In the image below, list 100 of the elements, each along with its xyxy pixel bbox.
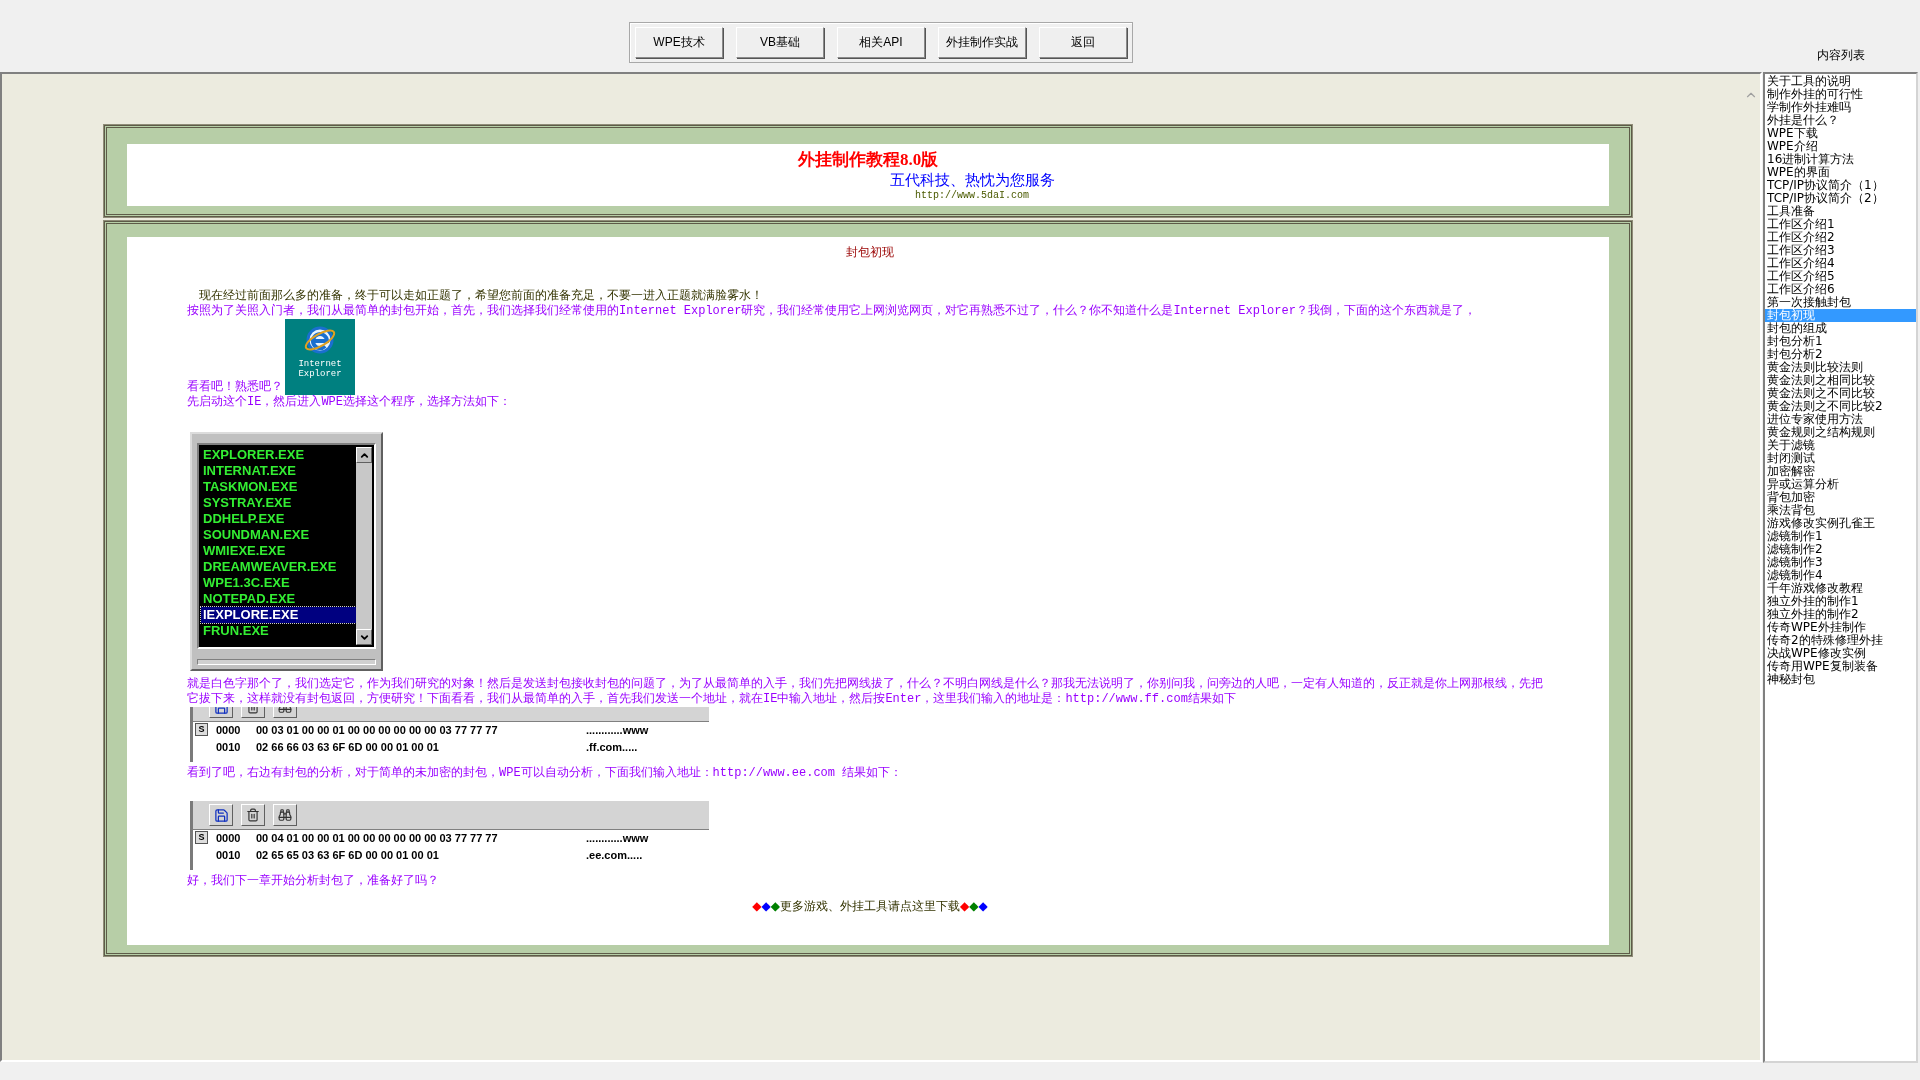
sidebar-item[interactable]: 独立外挂的制作1: [1765, 595, 1916, 608]
site-slogan: 五代科技、热忱为您服务: [888, 171, 1055, 190]
sidebar-item[interactable]: 封包分析2: [1765, 348, 1916, 361]
sidebar-item[interactable]: WPE介绍: [1765, 140, 1916, 153]
process-item[interactable]: SYSTRAY.EXE: [201, 495, 356, 511]
sidebar-item[interactable]: 制作外挂的可行性: [1765, 88, 1916, 101]
process-item[interactable]: DREAMWEAVER.EXE: [201, 559, 356, 575]
sidebar-item[interactable]: 滤镜制作4: [1765, 569, 1916, 582]
sidebar-item[interactable]: 传奇WPE外挂制作: [1765, 621, 1916, 634]
diamond-mark: ◆: [969, 899, 979, 913]
sidebar-item[interactable]: 第一次接触封包: [1765, 296, 1916, 309]
sidebar-item[interactable]: 关于工具的说明: [1765, 75, 1916, 88]
paragraph: 好，我们下一章开始分析封包了，准备好了吗？: [187, 874, 440, 889]
sidebar-item[interactable]: 加密解密: [1765, 465, 1916, 478]
hex-ascii: ............www: [586, 723, 649, 738]
scroll-up-icon[interactable]: [356, 447, 372, 463]
sidebar-item[interactable]: 滤镜制作3: [1765, 556, 1916, 569]
hex-offset: 0000: [216, 723, 242, 738]
sidebar-item[interactable]: 独立外挂的制作2: [1765, 608, 1916, 621]
scrollbar[interactable]: [356, 447, 372, 645]
nav-button[interactable]: 返回: [1039, 27, 1127, 58]
paragraph: 先启动这个IE，然后进入WPE选择这个程序，选择方法如下：: [187, 395, 512, 410]
sidebar-item[interactable]: TCP/IP协议简介（1）: [1765, 179, 1916, 192]
sidebar-item[interactable]: 工作区介绍2: [1765, 231, 1916, 244]
paragraph: 就是白色字那个了，我们选定它，作为我们研究的对象！然后是发送封包接收封包的问题了，为了从最简单的入手，我们先把网线拔了，什么？不明白网线是什么？那我无法说明了，你别问我，问旁边的人吧，一定有人知道的，反正就是你上网那根线，先把它拔下来，这样就没有封包返回，方便研究！下面看看，我们从最简单的入手，首先我们发送一个地址，就在IE中输入地址，然后按Enter，这里我们输入的地址是：http://www.ff.com结果如下: [187, 677, 1544, 707]
sidebar-item[interactable]: 工作区介绍3: [1765, 244, 1916, 257]
sidebar-title: 内容列表: [1816, 47, 1866, 64]
process-item[interactable]: DDHELP.EXE: [201, 511, 356, 527]
sidebar-item[interactable]: 黄金法则之不同比较2: [1765, 400, 1916, 413]
diamond-mark: ◆: [960, 899, 970, 913]
sidebar-item[interactable]: 工作区介绍1: [1765, 218, 1916, 231]
process-item[interactable]: WPE1.3C.EXE: [201, 575, 356, 591]
diamond-mark: ◆: [770, 899, 780, 913]
sidebar-item[interactable]: 工作区介绍4: [1765, 257, 1916, 270]
sidebar-item[interactable]: 黄金法则之不同比较: [1765, 387, 1916, 400]
scroll-down-icon[interactable]: [356, 629, 372, 645]
process-item[interactable]: FRUN.EXE: [201, 623, 356, 639]
process-item[interactable]: IEXPLORE.EXE: [201, 607, 356, 623]
sidebar-item[interactable]: 决战WPE修改实例: [1765, 647, 1916, 660]
process-item[interactable]: TASKMON.EXE: [201, 479, 356, 495]
process-item[interactable]: WMIEXE.EXE: [201, 543, 356, 559]
icon-label: Internet Explorer: [297, 359, 343, 379]
process-item[interactable]: NOTEPAD.EXE: [201, 591, 356, 607]
row-marker: S: [195, 831, 208, 844]
sidebar-item[interactable]: 滤镜制作2: [1765, 543, 1916, 556]
nav-button[interactable]: VB基础: [736, 27, 824, 58]
paragraph: 看看吧！熟悉吧？: [187, 380, 283, 395]
sidebar-item[interactable]: 工作区介绍5: [1765, 270, 1916, 283]
process-item[interactable]: SOUNDMAN.EXE: [201, 527, 356, 543]
hex-offset: 0000: [216, 831, 242, 846]
nav-button[interactable]: 相关API: [837, 27, 925, 58]
sidebar-item[interactable]: 乘法背包: [1765, 504, 1916, 517]
paragraph: 现在经过前面那么多的准备，终于可以走如正题了，希望您前面的准备充足，不要一进入正题就满脸雾水！: [198, 289, 764, 304]
article-title: 封包初现: [845, 244, 895, 261]
nav-button[interactable]: WPE技术: [635, 27, 723, 58]
hex-bytes: 02 65 65 03 63 6F 6D 00 00 01 00 01: [256, 848, 440, 863]
paragraph: 看到了吧，右边有封包的分析，对于简单的未加密的封包，WPE可以自动分析，下面我们输入地址：http://www.ee.com 结果如下：: [187, 766, 904, 781]
sidebar-item[interactable]: 黄金法则比较法则: [1765, 361, 1916, 374]
download-link[interactable]: 更多游戏、外挂工具请点这里下载: [780, 899, 960, 913]
process-item[interactable]: EXPLORER.EXE: [201, 447, 356, 463]
sidebar-item[interactable]: 异或运算分析: [1765, 478, 1916, 491]
sidebar-item[interactable]: 神秘封包: [1765, 673, 1916, 686]
site-title: 外挂制作教程8.0版: [797, 149, 939, 171]
save-icon[interactable]: [209, 804, 233, 826]
hex-offset: 0010: [216, 740, 242, 755]
nav-button[interactable]: 外挂制作实战: [938, 27, 1026, 58]
sidebar-item[interactable]: 黄金规则之结构规则: [1765, 426, 1916, 439]
sidebar-item[interactable]: 传奇用WPE复制装备: [1765, 660, 1916, 673]
sidebar-item[interactable]: 封包的组成: [1765, 322, 1916, 335]
trash-icon[interactable]: [241, 804, 265, 826]
sidebar-item[interactable]: 工具准备: [1765, 205, 1916, 218]
hex-offset: 0010: [216, 848, 242, 863]
sidebar-item[interactable]: 游戏修改实例孔雀王: [1765, 517, 1916, 530]
binoculars-icon[interactable]: [273, 804, 297, 826]
sidebar-item[interactable]: 滤镜制作1: [1765, 530, 1916, 543]
sidebar-item[interactable]: 黄金法则之相同比较: [1765, 374, 1916, 387]
sidebar-item[interactable]: 千年游戏修改教程: [1765, 582, 1916, 595]
sidebar-item[interactable]: 关于滤镜: [1765, 439, 1916, 452]
hex-ascii: ............www: [586, 831, 649, 846]
hex-bytes: 00 04 01 00 00 01 00 00 00 00 00 00 03 77 77 77: [256, 831, 499, 846]
sidebar-item[interactable]: 工作区介绍6: [1765, 283, 1916, 296]
hex-bytes: 00 03 01 00 00 01 00 00 00 00 00 00 03 77 77 77: [256, 723, 499, 738]
sidebar-item[interactable]: WPE的界面: [1765, 166, 1916, 179]
site-url: http://www.5daI.com: [914, 190, 1029, 201]
hex-ascii: .ff.com.....: [586, 740, 638, 755]
sidebar-item[interactable]: 学制作外挂难吗: [1765, 101, 1916, 114]
process-item[interactable]: INTERNAT.EXE: [201, 463, 356, 479]
sidebar-item[interactable]: TCP/IP协议简介（2）: [1765, 192, 1916, 205]
sidebar-item[interactable]: 传奇2的特殊修理外挂: [1765, 634, 1916, 647]
sidebar-item[interactable]: 背包加密: [1765, 491, 1916, 504]
paragraph: 按照为了关照入门者，我们从最简单的封包开始，首先，我们选择我们经常使用的Internet Explorer研究，我们经常使用它上网浏览网页，对它再熟悉不过了，什么？你不知道什么是Internet Explorer？我倒，下面的这个东西就是了，: [187, 304, 1477, 319]
sidebar-item[interactable]: 外挂是什么？: [1765, 114, 1916, 127]
hex-bytes: 02 66 66 03 63 6F 6D 00 00 01 00 01: [256, 740, 440, 755]
sidebar-item[interactable]: WPE下载: [1765, 127, 1916, 140]
sidebar-item[interactable]: 封闭测试: [1765, 452, 1916, 465]
sidebar-item[interactable]: 封包分析1: [1765, 335, 1916, 348]
sidebar-item[interactable]: 进位专家使用方法: [1765, 413, 1916, 426]
sidebar-item[interactable]: 16进制计算方法: [1765, 153, 1916, 166]
diamond-mark: ◆: [761, 899, 771, 913]
diamond-mark: ◆: [752, 899, 762, 913]
